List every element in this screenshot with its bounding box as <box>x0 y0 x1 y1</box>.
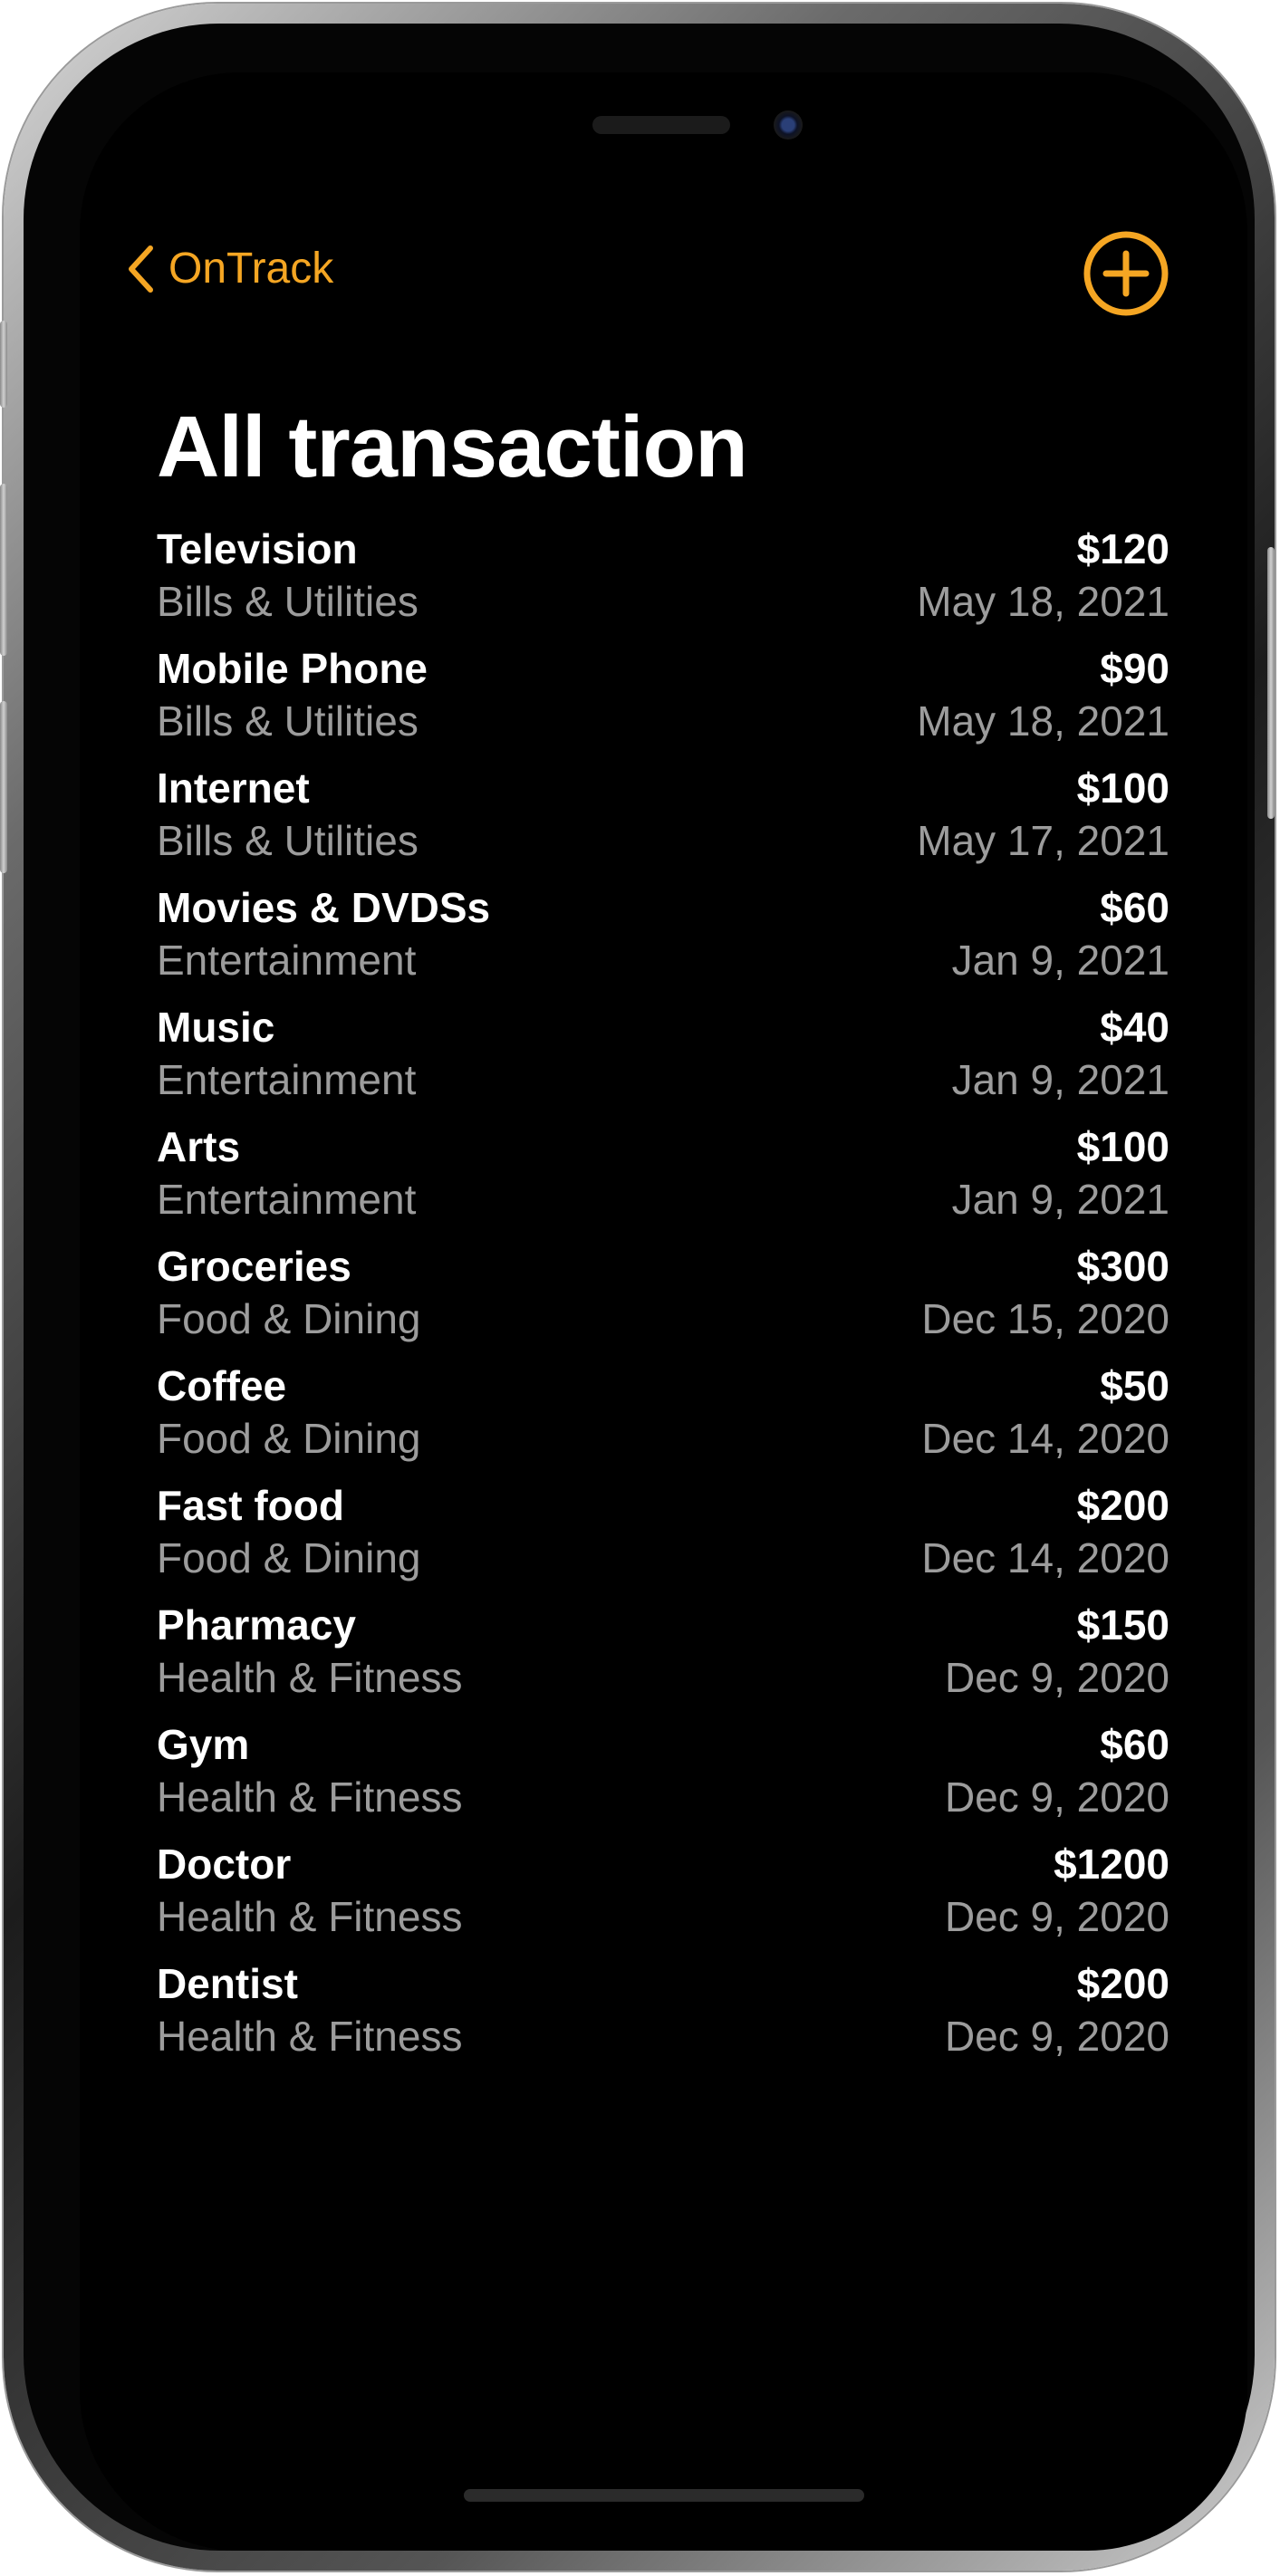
transaction-date: May 18, 2021 <box>917 578 1169 625</box>
transaction-date: Jan 9, 2021 <box>951 1176 1169 1223</box>
transaction-name: Dentist <box>157 1960 298 2007</box>
transaction-amount: $1200 <box>1054 1841 1169 1888</box>
transaction-row[interactable]: Doctor $1200 Health & Fitness Dec 9, 202… <box>157 1838 1169 1957</box>
power-button <box>1267 547 1275 819</box>
transaction-name: Fast food <box>157 1482 344 1529</box>
transaction-row[interactable]: Internet $100 Bills & Utilities May 17, … <box>157 762 1169 881</box>
transaction-amount: $40 <box>1100 1004 1169 1051</box>
add-transaction-button[interactable] <box>1083 230 1169 317</box>
transaction-date: May 18, 2021 <box>917 697 1169 745</box>
transaction-row[interactable]: Arts $100 Entertainment Jan 9, 2021 <box>157 1120 1169 1240</box>
page-title: All transaction <box>157 399 748 495</box>
transaction-row[interactable]: Pharmacy $150 Health & Fitness Dec 9, 20… <box>157 1599 1169 1718</box>
earpiece-speaker <box>592 116 730 134</box>
transaction-row[interactable]: Television $120 Bills & Utilities May 18… <box>157 523 1169 642</box>
transaction-date: Jan 9, 2021 <box>951 937 1169 984</box>
transaction-row[interactable]: Coffee $50 Food & Dining Dec 14, 2020 <box>157 1360 1169 1479</box>
transaction-date: Dec 9, 2020 <box>944 1893 1169 1940</box>
transaction-name: Internet <box>157 764 310 812</box>
transaction-category: Health & Fitness <box>157 1654 463 1701</box>
transaction-category: Entertainment <box>157 1056 417 1103</box>
transaction-category: Bills & Utilities <box>157 697 419 745</box>
transaction-category: Health & Fitness <box>157 1773 463 1821</box>
transaction-date: Jan 9, 2021 <box>951 1056 1169 1103</box>
transaction-amount: $300 <box>1076 1243 1169 1290</box>
transaction-row[interactable]: Movies & DVDSs $60 Entertainment Jan 9, … <box>157 881 1169 1001</box>
transaction-category: Food & Dining <box>157 1415 421 1462</box>
transaction-date: Dec 14, 2020 <box>921 1534 1169 1581</box>
back-button-label: OnTrack <box>168 245 334 293</box>
transaction-name: Mobile Phone <box>157 645 428 692</box>
transaction-date: Dec 9, 2020 <box>944 2013 1169 2060</box>
back-button[interactable]: OnTrack <box>127 242 333 296</box>
transaction-list: Television $120 Bills & Utilities May 18… <box>157 523 1169 2077</box>
transaction-date: Dec 14, 2020 <box>921 1415 1169 1462</box>
transaction-row[interactable]: Dentist $200 Health & Fitness Dec 9, 202… <box>157 1957 1169 2077</box>
transaction-date: May 17, 2021 <box>917 817 1169 864</box>
transaction-category: Health & Fitness <box>157 1893 463 1940</box>
home-indicator[interactable] <box>464 2489 864 2502</box>
transaction-name: Arts <box>157 1123 241 1170</box>
transaction-row[interactable]: Groceries $300 Food & Dining Dec 15, 202… <box>157 1240 1169 1360</box>
transaction-amount: $150 <box>1076 1601 1169 1648</box>
transaction-date: Dec 9, 2020 <box>944 1654 1169 1701</box>
transaction-date: Dec 9, 2020 <box>944 1773 1169 1821</box>
transaction-category: Entertainment <box>157 1176 417 1223</box>
transaction-row[interactable]: Fast food $200 Food & Dining Dec 14, 202… <box>157 1479 1169 1599</box>
transaction-amount: $100 <box>1076 1123 1169 1170</box>
transaction-name: Groceries <box>157 1243 351 1290</box>
mute-switch <box>0 321 7 408</box>
transaction-category: Food & Dining <box>157 1295 421 1342</box>
transaction-category: Health & Fitness <box>157 2013 463 2060</box>
transaction-row[interactable]: Music $40 Entertainment Jan 9, 2021 <box>157 1001 1169 1120</box>
transaction-amount: $100 <box>1076 764 1169 812</box>
transaction-amount: $200 <box>1076 1960 1169 2007</box>
transaction-amount: $90 <box>1100 645 1169 692</box>
transaction-amount: $50 <box>1100 1362 1169 1409</box>
phone-frame: OnTrack All transaction Television $120 … <box>0 4 1275 2571</box>
transaction-date: Dec 15, 2020 <box>921 1295 1169 1342</box>
volume-down-button <box>0 701 7 873</box>
plus-circle-icon <box>1083 230 1169 317</box>
transaction-row[interactable]: Gym $60 Health & Fitness Dec 9, 2020 <box>157 1718 1169 1838</box>
transaction-category: Bills & Utilities <box>157 578 419 625</box>
transaction-amount: $200 <box>1076 1482 1169 1529</box>
transaction-row[interactable]: Mobile Phone $90 Bills & Utilities May 1… <box>157 642 1169 762</box>
transaction-category: Food & Dining <box>157 1534 421 1581</box>
transaction-name: Movies & DVDSs <box>157 884 491 931</box>
transaction-name: Pharmacy <box>157 1601 356 1648</box>
transaction-name: Gym <box>157 1721 250 1768</box>
chevron-left-icon <box>127 245 154 293</box>
transaction-name: Music <box>157 1004 275 1051</box>
transaction-category: Entertainment <box>157 937 417 984</box>
transaction-name: Coffee <box>157 1362 287 1409</box>
volume-up-button <box>0 484 7 656</box>
transaction-name: Television <box>157 525 358 572</box>
screen: OnTrack All transaction Television $120 … <box>80 72 1247 2551</box>
transaction-amount: $60 <box>1100 1721 1169 1768</box>
phone-bezel: OnTrack All transaction Television $120 … <box>24 24 1255 2551</box>
transaction-amount: $120 <box>1076 525 1169 572</box>
front-camera <box>774 111 803 139</box>
transaction-amount: $60 <box>1100 884 1169 931</box>
transaction-name: Doctor <box>157 1841 292 1888</box>
transaction-category: Bills & Utilities <box>157 817 419 864</box>
